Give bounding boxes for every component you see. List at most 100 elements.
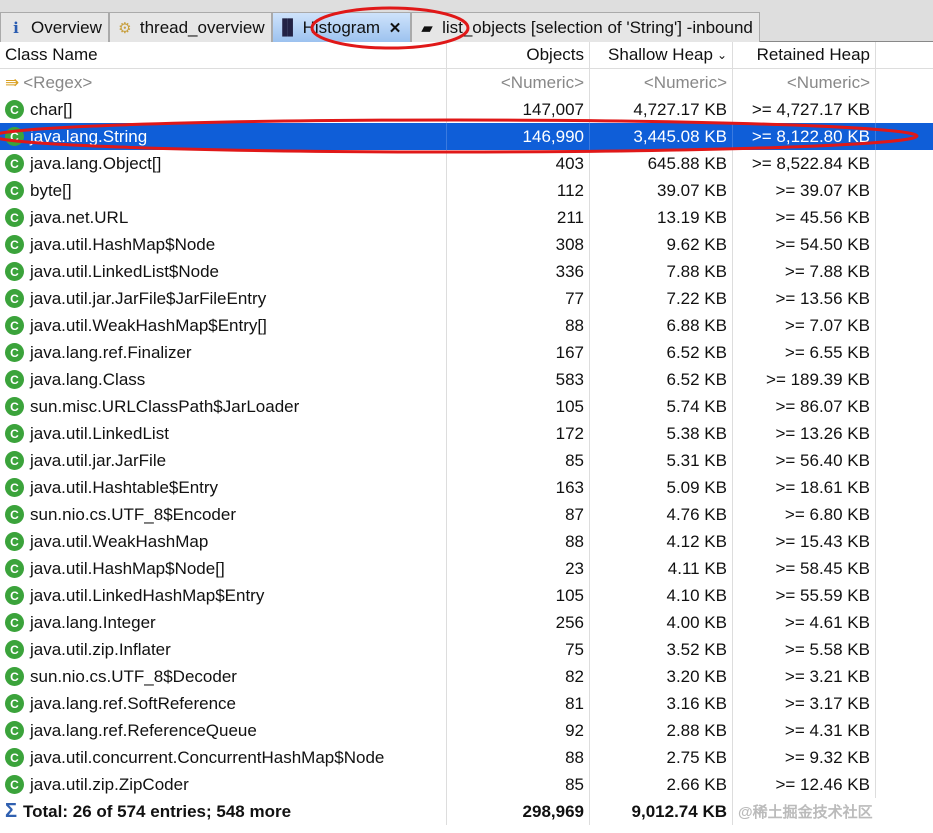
total-shallow: 9,012.74 KB xyxy=(590,798,733,825)
shallow-heap-cell: 2.66 KB xyxy=(590,771,733,798)
shallow-heap-cell: 39.07 KB xyxy=(590,177,733,204)
table-row[interactable]: Cjava.util.LinkedHashMap$Entry 105 4.10 KB… xyxy=(0,582,933,609)
objects-cell: 256 xyxy=(447,609,590,636)
table-row[interactable]: Cjava.util.Hashtable$Entry 163 5.09 KB >= 1… xyxy=(0,474,933,501)
retained-heap-cell: >= 7.07 KB xyxy=(733,312,876,339)
retained-heap-cell: >= 7.88 KB xyxy=(733,258,876,285)
objects-cell: 85 xyxy=(447,771,590,798)
table-row[interactable]: Cjava.util.zip.Inflater 75 3.52 KB >= 5.58 … xyxy=(0,636,933,663)
total-row: Σ Total: 26 of 574 entries; 548 more 298,… xyxy=(0,798,933,825)
table-row[interactable]: Cbyte[] 112 39.07 KB >= 39.07 KB xyxy=(0,177,933,204)
objects-filter[interactable]: <Numeric> xyxy=(447,69,590,96)
objects-cell: 23 xyxy=(447,555,590,582)
table-row[interactable]: Csun.nio.cs.UTF_8$Decoder 82 3.20 KB >= 3.2… xyxy=(0,663,933,690)
table-row[interactable]: Cjava.util.HashMap$Node 308 9.62 KB >= 54.5… xyxy=(0,231,933,258)
table-row[interactable]: Cjava.lang.String 146,990 3,445.08 KB >= 8,… xyxy=(0,123,933,150)
class-icon: C xyxy=(5,100,24,119)
table-row[interactable]: Cjava.util.jar.JarFile$JarFileEntry 77 7.2… xyxy=(0,285,933,312)
retained-filter[interactable]: <Numeric> xyxy=(733,69,876,96)
class-icon: C xyxy=(5,775,24,794)
table-row[interactable]: Cjava.util.WeakHashMap$Entry[] 88 6.88 KB >… xyxy=(0,312,933,339)
objects-cell: 583 xyxy=(447,366,590,393)
close-icon[interactable]: ✕ xyxy=(386,19,404,37)
tab-list-objects[interactable]: ▰ list_objects [selection of 'String'] -i… xyxy=(411,12,760,42)
table-row[interactable]: Cchar[] 147,007 4,727.17 KB >= 4,727.17 KB xyxy=(0,96,933,123)
retained-heap-cell: >= 4.31 KB xyxy=(733,717,876,744)
tab-overview[interactable]: i Overview xyxy=(0,12,109,42)
class-icon: C xyxy=(5,505,24,524)
class-name-cell: Cjava.util.concurrent.ConcurrentHashMap$… xyxy=(0,744,447,771)
class-name-cell: Csun.nio.cs.UTF_8$Encoder xyxy=(0,501,447,528)
watermark: @稀土掘金技术社区 xyxy=(738,804,873,821)
total-label[interactable]: Total: 26 of 574 entries; 548 more xyxy=(23,802,291,822)
shallow-heap-cell: 4,727.17 KB xyxy=(590,96,733,123)
column-objects[interactable]: Objects xyxy=(447,42,590,68)
sort-chevron-icon: ⌄ xyxy=(716,48,727,62)
objects-cell: 112 xyxy=(447,177,590,204)
tab-thread-overview[interactable]: ⚙ thread_overview xyxy=(108,12,272,42)
objects-cell: 336 xyxy=(447,258,590,285)
shallow-heap-cell: 4.12 KB xyxy=(590,528,733,555)
shallow-heap-cell: 4.76 KB xyxy=(590,501,733,528)
table-row[interactable]: Csun.misc.URLClassPath$JarLoader 105 5.74 … xyxy=(0,393,933,420)
table-row[interactable]: Cjava.util.concurrent.ConcurrentHashMap$… xyxy=(0,744,933,771)
class-icon: C xyxy=(5,370,24,389)
table-row[interactable]: Cjava.net.URL 211 13.19 KB >= 45.56 KB xyxy=(0,204,933,231)
retained-heap-cell: >= 4.61 KB xyxy=(733,609,876,636)
table-row[interactable]: Cjava.util.HashMap$Node[] 23 4.11 KB >= 58.… xyxy=(0,555,933,582)
class-icon: C xyxy=(5,721,24,740)
class-icon: C xyxy=(5,586,24,605)
shallow-heap-cell: 5.31 KB xyxy=(590,447,733,474)
objects-cell: 167 xyxy=(447,339,590,366)
class-name-cell: Cjava.util.LinkedList xyxy=(0,420,447,447)
retained-heap-cell: >= 189.39 KB xyxy=(733,366,876,393)
retained-heap-cell: >= 13.26 KB xyxy=(733,420,876,447)
class-name-filter[interactable]: ⇛ <Regex> xyxy=(0,69,447,96)
table-row[interactable]: Cjava.util.LinkedList$Node 336 7.88 KB >= 7… xyxy=(0,258,933,285)
class-name-cell: Cjava.util.HashMap$Node[] xyxy=(0,555,447,582)
table-row[interactable]: Cjava.lang.Object[] 403 645.88 KB >= 8,522.… xyxy=(0,150,933,177)
class-name-cell: Cjava.lang.ref.ReferenceQueue xyxy=(0,717,447,744)
retained-heap-cell: >= 56.40 KB xyxy=(733,447,876,474)
shallow-heap-cell: 7.22 KB xyxy=(590,285,733,312)
table-row[interactable]: Cjava.util.LinkedList 172 5.38 KB >= 13.26 … xyxy=(0,420,933,447)
objects-cell: 163 xyxy=(447,474,590,501)
table-row[interactable]: Cjava.util.zip.ZipCoder 85 2.66 KB >= 12.46… xyxy=(0,771,933,798)
class-name-cell: Cjava.util.LinkedList$Node xyxy=(0,258,447,285)
gear-icon: ⚙ xyxy=(118,19,132,37)
objects-cell: 105 xyxy=(447,393,590,420)
objects-cell: 77 xyxy=(447,285,590,312)
class-icon: C xyxy=(5,154,24,173)
retained-heap-cell: >= 58.45 KB xyxy=(733,555,876,582)
retained-heap-cell: >= 12.46 KB xyxy=(733,771,876,798)
table-row[interactable]: Csun.nio.cs.UTF_8$Encoder 87 4.76 KB >= 6.8… xyxy=(0,501,933,528)
objects-cell: 82 xyxy=(447,663,590,690)
column-retained-heap[interactable]: Retained Heap xyxy=(733,42,876,68)
table-row[interactable]: Cjava.util.WeakHashMap 88 4.12 KB >= 15.43 … xyxy=(0,528,933,555)
info-icon: i xyxy=(13,18,19,37)
class-icon: C xyxy=(5,451,24,470)
table-row[interactable]: Cjava.lang.ref.ReferenceQueue 92 2.88 KB >=… xyxy=(0,717,933,744)
retained-heap-cell: >= 15.43 KB xyxy=(733,528,876,555)
shallow-filter[interactable]: <Numeric> xyxy=(590,69,733,96)
objects-cell: 105 xyxy=(447,582,590,609)
tab-histogram[interactable]: ▐▌ Histogram ✕ xyxy=(271,12,412,42)
table-row[interactable]: Cjava.lang.Class 583 6.52 KB >= 189.39 KB xyxy=(0,366,933,393)
class-icon: C xyxy=(5,478,24,497)
column-shallow-heap[interactable]: Shallow Heap ⌄ xyxy=(590,42,733,68)
table-row[interactable]: Cjava.lang.ref.Finalizer 167 6.52 KB >= 6.5… xyxy=(0,339,933,366)
objects-cell: 88 xyxy=(447,312,590,339)
shallow-heap-cell: 645.88 KB xyxy=(590,150,733,177)
table-row[interactable]: Cjava.lang.Integer 256 4.00 KB >= 4.61 KB xyxy=(0,609,933,636)
class-name-cell: Cjava.util.Hashtable$Entry xyxy=(0,474,447,501)
table-row[interactable]: Cjava.lang.ref.SoftReference 81 3.16 KB >= … xyxy=(0,690,933,717)
table-header: Class Name Objects Shallow Heap ⌄ Retaine… xyxy=(0,42,933,69)
shallow-heap-cell: 6.52 KB xyxy=(590,339,733,366)
objects-cell: 85 xyxy=(447,447,590,474)
class-name-cell: Cjava.util.zip.ZipCoder xyxy=(0,771,447,798)
class-name-cell: Cjava.lang.String xyxy=(0,123,447,150)
column-class-name[interactable]: Class Name xyxy=(0,42,447,68)
class-name-cell: Cjava.lang.Integer xyxy=(0,609,447,636)
objects-cell: 88 xyxy=(447,528,590,555)
table-row[interactable]: Cjava.util.jar.JarFile 85 5.31 KB >= 56.40 … xyxy=(0,447,933,474)
